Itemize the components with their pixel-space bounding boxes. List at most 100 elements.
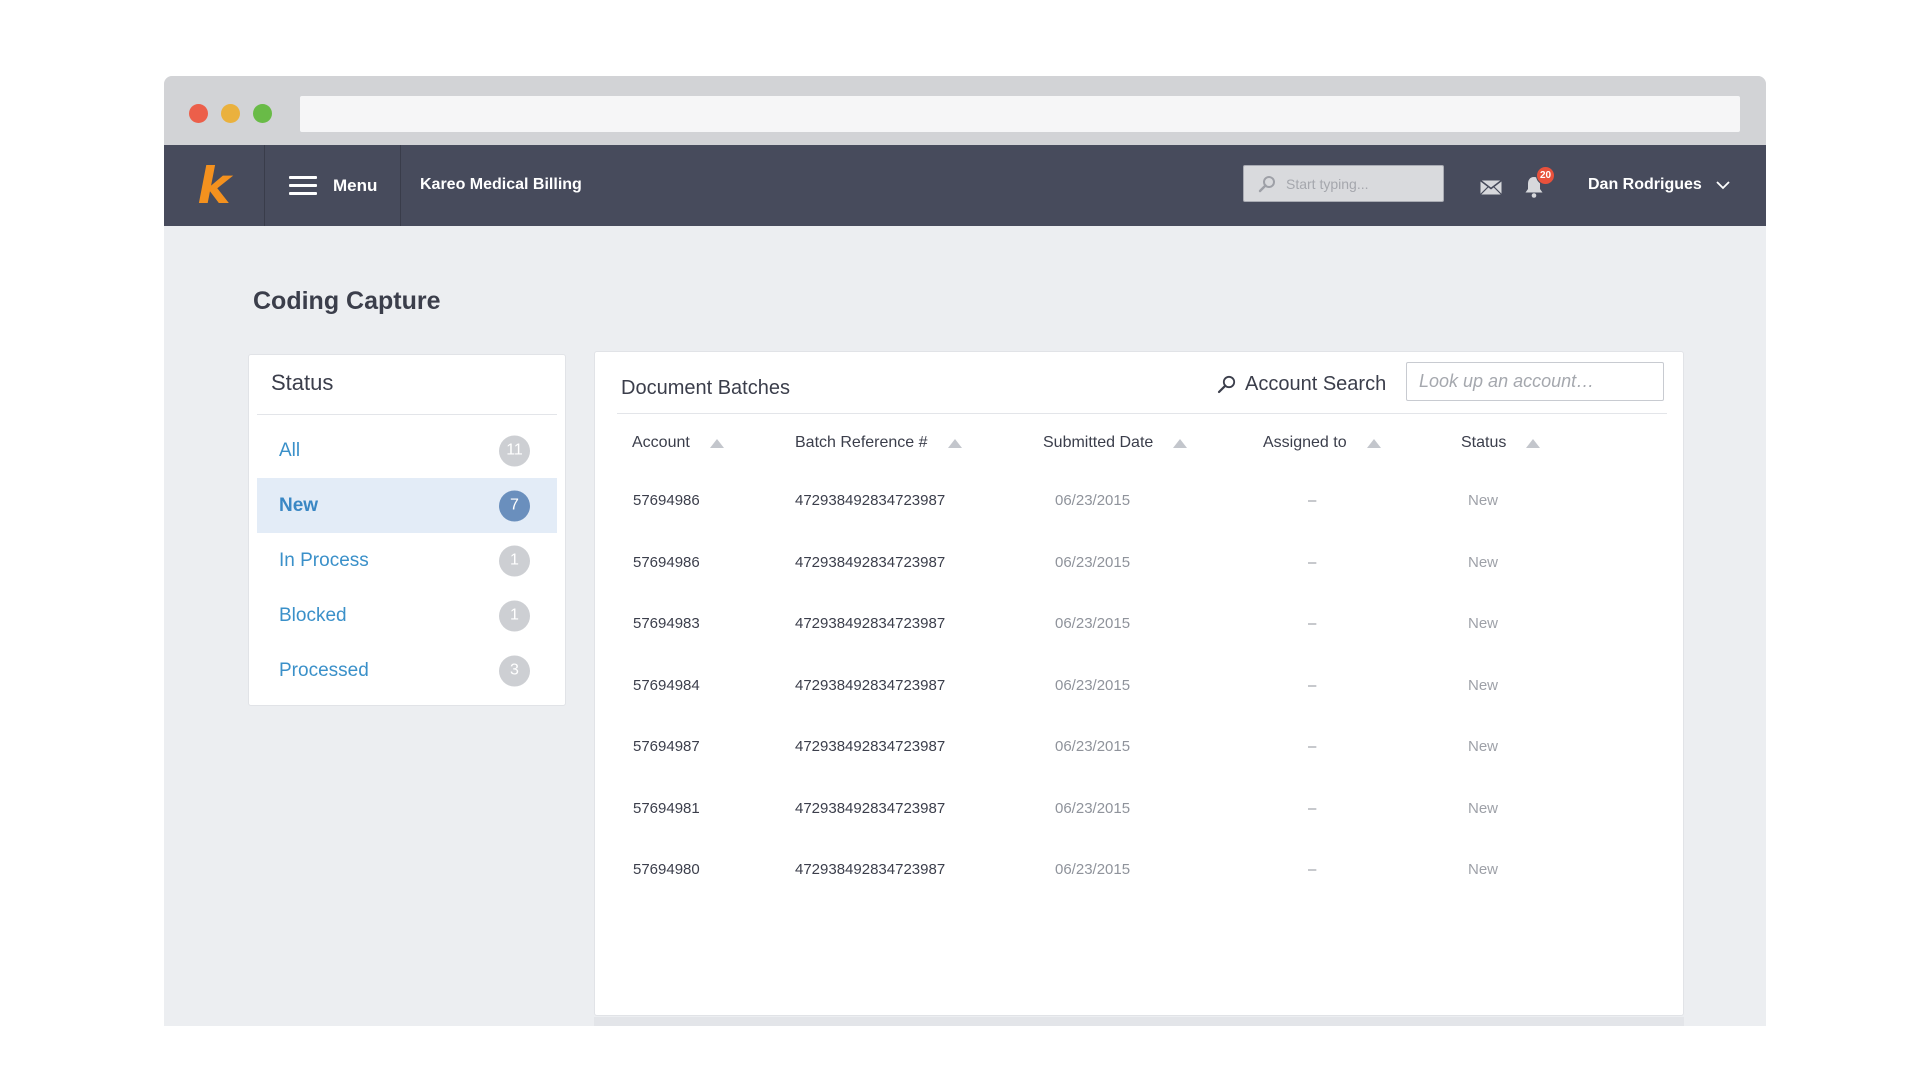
status-panel-title: Status bbox=[257, 355, 557, 415]
account-cell: 57694986 bbox=[633, 553, 700, 571]
sort-asc-icon bbox=[1173, 438, 1188, 448]
sort-asc-icon bbox=[709, 438, 724, 448]
chevron-down-icon bbox=[1716, 180, 1730, 189]
sort-asc-icon bbox=[947, 438, 962, 448]
search-icon bbox=[1258, 175, 1275, 192]
batch-reference-cell: 472938492834723987 bbox=[795, 799, 946, 817]
menu-label: Menu bbox=[333, 175, 378, 195]
status-filter-all[interactable]: All 11 bbox=[257, 423, 557, 478]
document-batches-title: Document Batches bbox=[621, 377, 790, 399]
account-cell: 57694981 bbox=[633, 799, 700, 817]
account-cell: 57694987 bbox=[633, 738, 700, 755]
account-search-input[interactable] bbox=[1406, 362, 1664, 401]
status-filter-in-process[interactable]: In Process 1 bbox=[257, 533, 557, 588]
batches-table-header: Account Batch Reference # Submitted Date… bbox=[595, 414, 1683, 472]
table-row[interactable]: 57694987 472938492834723987 06/23/2015 –… bbox=[595, 718, 1683, 780]
user-name: Dan Rodrigues bbox=[1588, 176, 1702, 193]
status-filter-label: In Process bbox=[279, 549, 369, 571]
batches-panel-footer bbox=[594, 1017, 1684, 1026]
assigned-to-cell: – bbox=[1308, 861, 1317, 878]
column-header-status[interactable]: Status bbox=[1461, 434, 1541, 452]
status-cell: New bbox=[1468, 676, 1499, 694]
table-row[interactable]: 57694984 472938492834723987 06/23/2015 –… bbox=[595, 657, 1683, 719]
mail-icon[interactable] bbox=[1480, 180, 1502, 195]
account-cell: 57694984 bbox=[633, 676, 700, 694]
submitted-date-cell: 06/23/2015 bbox=[1055, 553, 1131, 571]
menu-button[interactable]: Menu bbox=[265, 145, 401, 226]
status-filter-processed[interactable]: Processed 3 bbox=[257, 643, 557, 698]
assigned-to-cell: – bbox=[1308, 553, 1317, 571]
hamburger-icon bbox=[289, 176, 317, 195]
browser-chrome bbox=[164, 76, 1766, 145]
column-header-label: Batch Reference # bbox=[795, 434, 928, 451]
column-header-submitted-date[interactable]: Submitted Date bbox=[1043, 434, 1188, 452]
status-filter-list: All 11 New 7 In Process 1 Blocked 1 Proc… bbox=[249, 415, 565, 698]
status-count-badge: 1 bbox=[499, 600, 530, 631]
column-header-batch-reference[interactable]: Batch Reference # bbox=[795, 434, 962, 452]
table-row[interactable]: 57694986 472938492834723987 06/23/2015 –… bbox=[595, 472, 1683, 534]
batch-reference-cell: 472938492834723987 bbox=[795, 738, 946, 755]
search-icon bbox=[1217, 375, 1236, 394]
status-count-badge: 3 bbox=[499, 655, 530, 686]
status-panel: Status All 11 New 7 In Process 1 Blocked… bbox=[248, 354, 566, 706]
column-header-label: Status bbox=[1461, 434, 1507, 451]
global-search[interactable] bbox=[1243, 165, 1444, 202]
account-cell: 57694983 bbox=[633, 615, 700, 632]
status-cell: New bbox=[1468, 799, 1499, 817]
status-cell: New bbox=[1468, 615, 1499, 632]
status-filter-new[interactable]: New 7 bbox=[257, 478, 557, 533]
assigned-to-cell: – bbox=[1308, 676, 1317, 694]
status-cell: New bbox=[1468, 861, 1499, 878]
status-filter-label: Blocked bbox=[279, 604, 347, 626]
table-row[interactable]: 57694980 472938492834723987 06/23/2015 –… bbox=[595, 841, 1683, 903]
account-cell: 57694980 bbox=[633, 861, 700, 878]
status-count-badge: 11 bbox=[499, 435, 530, 466]
browser-window: k Menu Kareo Medical Billing 20 Dan Rodr… bbox=[164, 76, 1766, 1026]
submitted-date-cell: 06/23/2015 bbox=[1055, 492, 1131, 509]
document-batches-panel: Document Batches Account Search Account … bbox=[594, 351, 1684, 1016]
status-filter-label: Processed bbox=[279, 659, 369, 681]
maximize-window-button[interactable] bbox=[253, 104, 272, 123]
minimize-window-button[interactable] bbox=[221, 104, 240, 123]
column-header-label: Submitted Date bbox=[1043, 434, 1154, 451]
main-content: Coding Capture Status All 11 New 7 In Pr… bbox=[164, 226, 1766, 1026]
batches-table-body: 57694986 472938492834723987 06/23/2015 –… bbox=[595, 472, 1683, 903]
submitted-date-cell: 06/23/2015 bbox=[1055, 861, 1131, 878]
batch-reference-cell: 472938492834723987 bbox=[795, 553, 946, 571]
column-header-assigned-to[interactable]: Assigned to bbox=[1263, 434, 1381, 452]
submitted-date-cell: 06/23/2015 bbox=[1055, 799, 1131, 817]
sort-asc-icon bbox=[1366, 438, 1381, 448]
close-window-button[interactable] bbox=[189, 104, 208, 123]
status-cell: New bbox=[1468, 553, 1499, 571]
user-menu[interactable]: Dan Rodrigues bbox=[1588, 176, 1730, 194]
assigned-to-cell: – bbox=[1308, 492, 1317, 509]
submitted-date-cell: 06/23/2015 bbox=[1055, 615, 1131, 632]
column-header-account[interactable]: Account bbox=[632, 434, 724, 452]
status-filter-blocked[interactable]: Blocked 1 bbox=[257, 588, 557, 643]
kareo-logo-icon: k bbox=[197, 156, 231, 215]
account-cell: 57694986 bbox=[633, 492, 700, 509]
status-filter-label: All bbox=[279, 439, 301, 461]
notifications-button[interactable]: 20 bbox=[1524, 166, 1556, 205]
sort-asc-icon bbox=[1526, 438, 1541, 448]
status-count-badge: 1 bbox=[499, 545, 530, 576]
table-row[interactable]: 57694986 472938492834723987 06/23/2015 –… bbox=[595, 534, 1683, 596]
assigned-to-cell: – bbox=[1308, 799, 1317, 817]
status-count-badge: 7 bbox=[499, 490, 530, 521]
global-search-input[interactable] bbox=[1286, 175, 1426, 192]
assigned-to-cell: – bbox=[1308, 738, 1317, 755]
notification-count-badge: 20 bbox=[1536, 166, 1556, 185]
table-row[interactable]: 57694981 472938492834723987 06/23/2015 –… bbox=[595, 780, 1683, 842]
status-filter-label: New bbox=[279, 494, 319, 516]
assigned-to-cell: – bbox=[1308, 615, 1317, 632]
column-header-label: Account bbox=[632, 434, 690, 451]
submitted-date-cell: 06/23/2015 bbox=[1055, 676, 1131, 694]
kareo-logo[interactable]: k bbox=[164, 145, 265, 226]
top-navigation: k Menu Kareo Medical Billing 20 Dan Rodr… bbox=[164, 145, 1766, 226]
submitted-date-cell: 06/23/2015 bbox=[1055, 738, 1131, 755]
table-row[interactable]: 57694983 472938492834723987 06/23/2015 –… bbox=[595, 595, 1683, 657]
status-cell: New bbox=[1468, 738, 1499, 755]
address-bar[interactable] bbox=[300, 96, 1740, 132]
document-batches-header: Document Batches Account Search bbox=[617, 352, 1667, 414]
account-search-text: Account Search bbox=[1245, 373, 1387, 395]
